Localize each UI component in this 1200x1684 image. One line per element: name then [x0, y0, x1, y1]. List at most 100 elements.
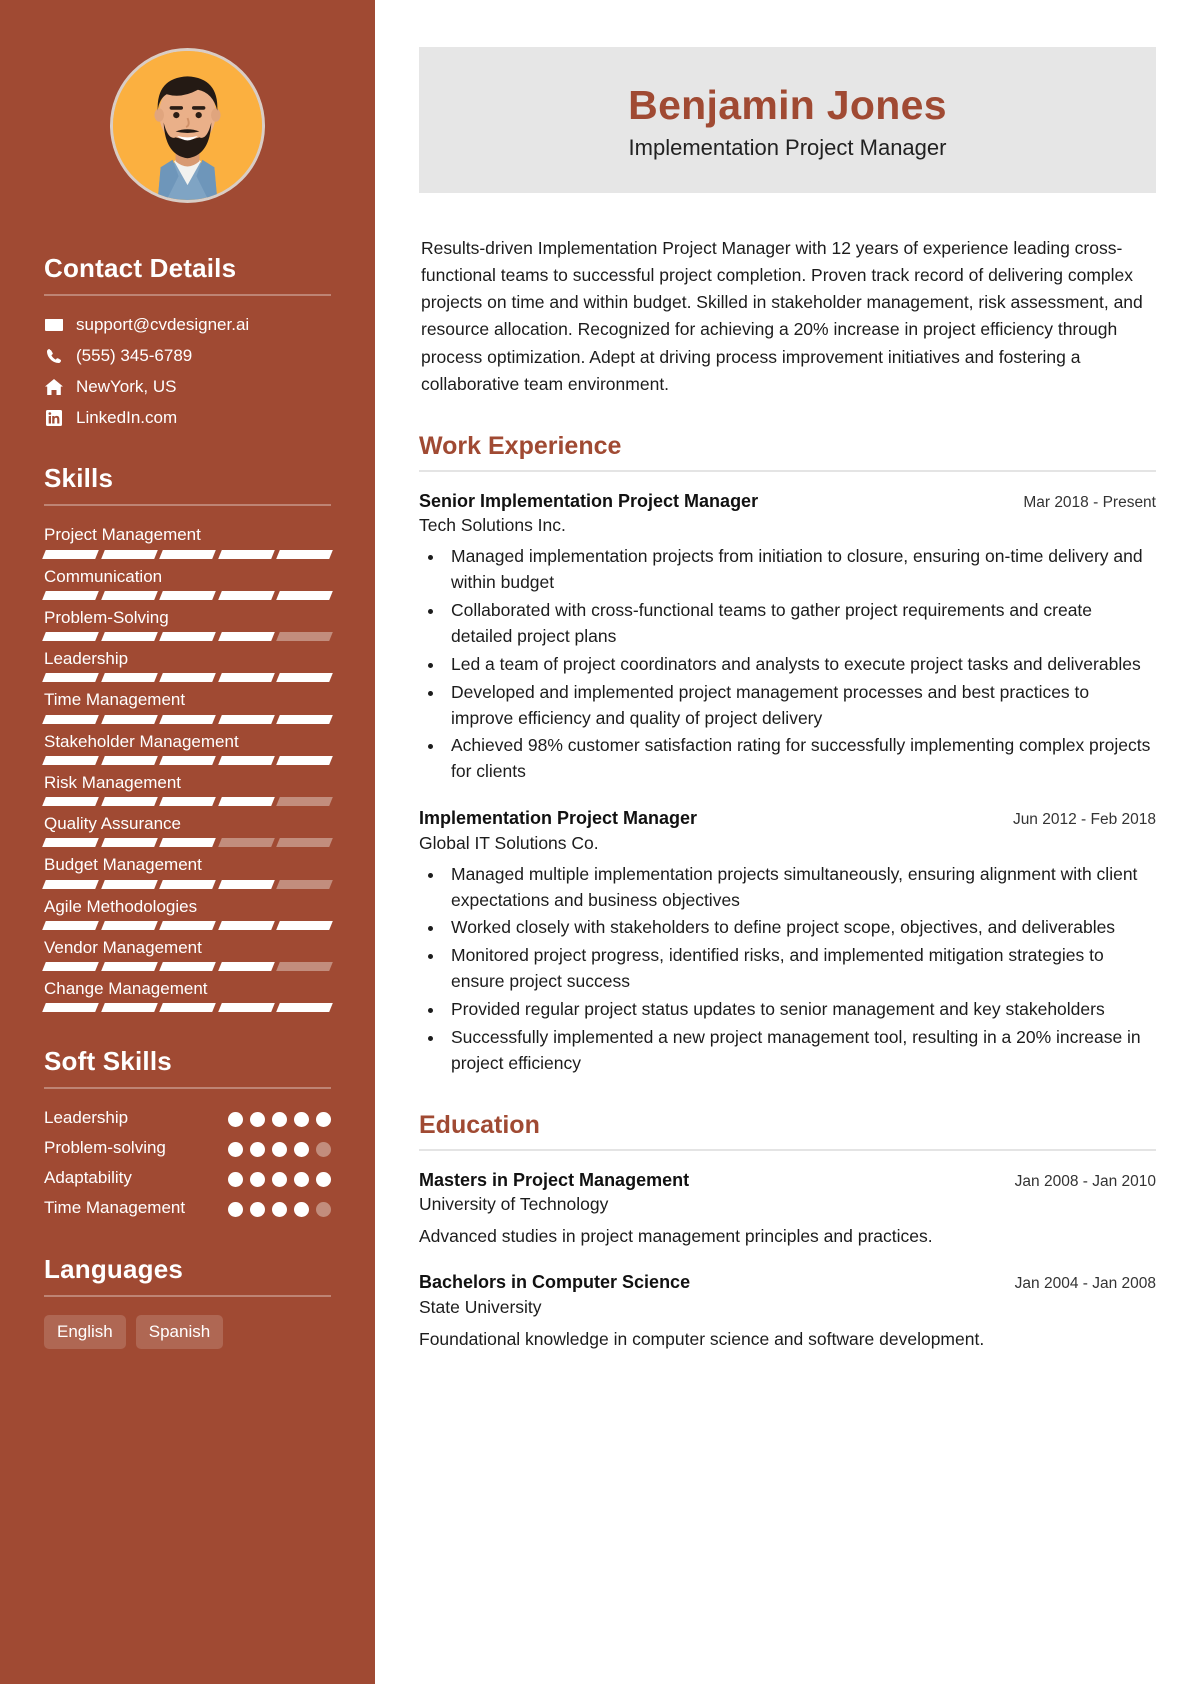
section-divider [44, 1295, 331, 1298]
job-company: Tech Solutions Inc. [419, 515, 566, 536]
rating-dot [228, 1202, 243, 1218]
education-section: Education Masters in Project Management J… [419, 1111, 1156, 1352]
education-entry: Bachelors in Computer Science Jan 2004 - … [419, 1271, 1156, 1352]
skill-level-segment [276, 838, 333, 848]
contact-details-heading: Contact Details [44, 253, 237, 283]
rating-dot [228, 1112, 243, 1128]
skill-level-segment [276, 1003, 333, 1013]
skill-label: Time Management [44, 690, 186, 710]
skill-item: Budget Management [42, 854, 333, 889]
language-chip: English [44, 1315, 126, 1350]
skill-level-segment [159, 673, 216, 683]
phone-icon [44, 348, 64, 364]
job-role: Senior Implementation Project Manager [419, 490, 759, 511]
job-role: Implementation Project Manager [419, 808, 698, 829]
education-heading: Education [419, 1110, 540, 1139]
skill-level-segment [217, 1003, 275, 1013]
skill-level-segment [42, 838, 99, 848]
degree-title: Bachelors in Computer Science [419, 1272, 691, 1293]
job-responsibility-item: Managed implementation projects from ini… [445, 544, 1156, 596]
skill-level-segment [159, 879, 216, 889]
skill-level-bar [42, 962, 333, 972]
skill-level-segment [217, 879, 275, 889]
skill-level-segment [276, 797, 333, 807]
contact-details-section: Contact Details support@cvdesigner.ai (5… [44, 253, 331, 429]
job-responsibility-item: Led a team of project coordinators and a… [445, 652, 1156, 678]
job-responsibility-item: Provided regular project status updates … [445, 997, 1156, 1023]
skill-level-segment [42, 1003, 99, 1013]
skill-level-bar [42, 590, 333, 600]
skill-level-bar [42, 879, 333, 889]
skill-level-segment [100, 714, 158, 724]
skill-level-bar [42, 714, 333, 724]
skill-item: Stakeholder Management [42, 731, 333, 765]
skill-level-segment [159, 590, 216, 600]
section-divider [44, 504, 331, 507]
contact-item-email[interactable]: support@cvdesigner.ai [44, 314, 331, 336]
skill-level-segment [217, 838, 275, 848]
entry-header: Masters in Project Management Jan 2008 - … [419, 1169, 1156, 1192]
soft-skill-label: Adaptability [44, 1168, 132, 1188]
skill-item: Communication [42, 566, 333, 600]
school-name: State University [419, 1296, 542, 1317]
skill-level-segment [42, 755, 99, 765]
job-responsibility-item: Collaborated with cross-functional teams… [445, 598, 1156, 650]
linkedin-icon [44, 410, 64, 427]
contact-linkedin-value: LinkedIn.com [76, 408, 178, 428]
rating-dot [228, 1172, 243, 1188]
skill-level-segment [100, 879, 158, 889]
contact-item-linkedin[interactable]: LinkedIn.com [44, 407, 331, 429]
skill-level-segment [42, 962, 99, 972]
soft-skill-item: Time Management [44, 1197, 331, 1220]
skill-level-segment [276, 673, 333, 683]
skill-level-segment [217, 755, 275, 765]
skill-level-segment [159, 714, 216, 724]
skills-list: Project Management Communication Problem-S… [42, 524, 333, 1013]
soft-skill-label: Problem-solving [44, 1138, 166, 1158]
contact-item-location[interactable]: NewYork, US [44, 376, 331, 398]
soft-skill-rating-dots [228, 1107, 331, 1128]
rating-dot [272, 1202, 287, 1218]
rating-dot [250, 1202, 265, 1218]
professional-summary: Results-driven Implementation Project Ma… [421, 238, 1143, 394]
languages-heading: Languages [44, 1254, 184, 1285]
skill-level-bar [42, 755, 333, 765]
rating-dot [316, 1172, 331, 1188]
skill-level-segment [276, 632, 333, 642]
skill-level-segment [100, 1003, 158, 1013]
skill-level-segment [217, 920, 275, 930]
skill-level-segment [42, 590, 99, 600]
job-responsibility-item: Monitored project progress, identified r… [445, 943, 1156, 995]
rating-dot [250, 1142, 265, 1158]
rating-dot [272, 1142, 287, 1158]
languages-section: Languages English Spanish [44, 1254, 331, 1350]
work-experience-entry: Senior Implementation Project Manager Mar… [419, 490, 1156, 785]
contact-item-phone[interactable]: (555) 345-6789 [44, 345, 331, 367]
skill-level-segment [276, 590, 333, 600]
section-divider [419, 1148, 1156, 1151]
contact-location-value: NewYork, US [76, 377, 177, 397]
skill-level-segment [42, 879, 99, 889]
job-responsibility-item: Successfully implemented a new project m… [445, 1025, 1156, 1077]
skill-level-segment [100, 962, 158, 972]
skill-level-segment [100, 673, 158, 683]
skill-level-segment [100, 838, 158, 848]
rating-dot [294, 1112, 309, 1128]
main-content: Benjamin Jones Implementation Project Ma… [375, 0, 1200, 1684]
soft-skill-rating-dots [228, 1137, 331, 1158]
candidate-name: Benjamin Jones [628, 82, 947, 128]
avatar-container [44, 48, 331, 203]
skill-level-bar [42, 549, 333, 559]
avatar [110, 48, 265, 203]
skill-level-segment [217, 632, 275, 642]
skill-level-segment [159, 962, 216, 972]
skill-level-segment [276, 962, 333, 972]
job-responsibility-item: Achieved 98% customer satisfaction ratin… [445, 733, 1156, 785]
section-divider [44, 1087, 331, 1090]
skill-item: Change Management [42, 978, 333, 1013]
skill-item: Problem-Solving [42, 607, 333, 642]
soft-skill-item: Leadership [44, 1107, 331, 1130]
skill-level-segment [42, 920, 99, 930]
soft-skill-rating-dots [228, 1167, 331, 1188]
skill-level-segment [159, 920, 216, 930]
